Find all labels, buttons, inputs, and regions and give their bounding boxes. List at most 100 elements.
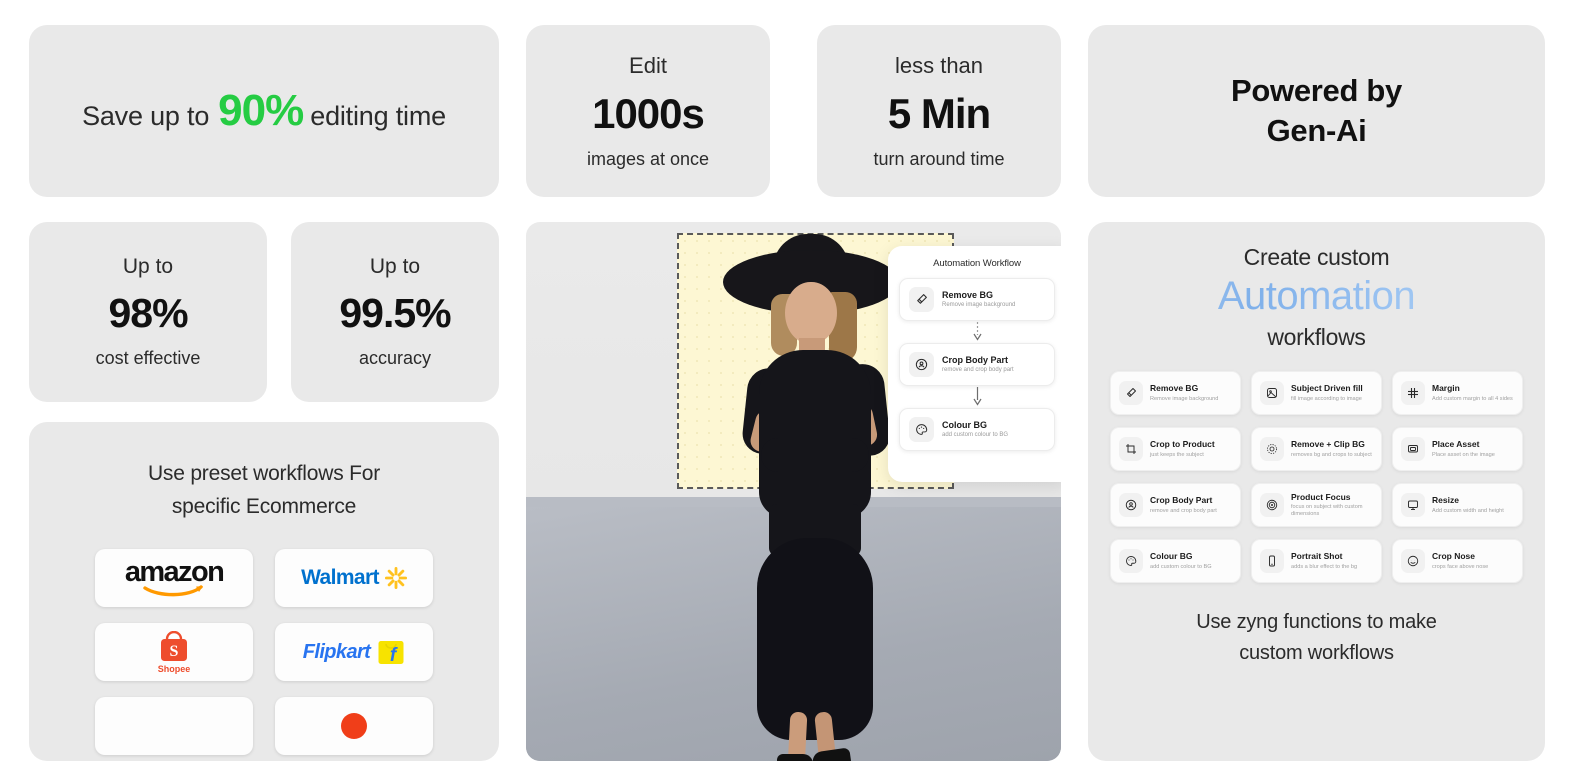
preset-title-line-2: specific Ecommerce bbox=[171, 494, 357, 518]
automation-footer-line-2: custom workflows bbox=[1239, 642, 1394, 665]
function-chip-desc: Place asset on the image bbox=[1432, 451, 1495, 458]
function-chip-desc: removes bg and crops to subject bbox=[1291, 451, 1372, 458]
stat-value: 98% bbox=[108, 290, 188, 336]
function-chip-name: Resize bbox=[1432, 494, 1459, 505]
amazon-smile-icon bbox=[143, 585, 203, 597]
function-chip-name: Remove + Clip BG bbox=[1291, 438, 1365, 449]
workflow-step-name: Remove BG bbox=[942, 289, 994, 300]
stat-top-label: Edit bbox=[629, 52, 667, 78]
workflow-step-desc: Remove image background bbox=[942, 302, 1016, 309]
workflow-step-desc: add custom colour to BG bbox=[942, 432, 1009, 439]
function-chip-name: Crop to Product bbox=[1150, 438, 1215, 449]
place-asset-icon bbox=[1401, 437, 1425, 462]
flipkart-wordmark: Flipkart bbox=[302, 640, 371, 663]
amazon-logo: amazon bbox=[124, 556, 225, 597]
function-chip-name: Remove BG bbox=[1150, 382, 1199, 393]
function-chip-desc: add custom colour to BG bbox=[1150, 563, 1212, 570]
stat-card-turnaround: less than 5 Min turn around time bbox=[817, 25, 1061, 197]
image-fill-icon bbox=[1260, 381, 1284, 406]
stat-top-label: less than bbox=[894, 52, 984, 78]
function-chip-crop-nose[interactable]: Crop Nose crops face above nose bbox=[1392, 539, 1523, 584]
function-chip-desc: Remove image background bbox=[1150, 395, 1219, 402]
function-chip-crop-body-part[interactable]: Crop Body Part remove and crop body part bbox=[1110, 483, 1241, 528]
face-icon bbox=[1401, 549, 1425, 574]
powered-line-2: Gen-Ai bbox=[1266, 113, 1367, 148]
stat-sub-label: cost effective bbox=[95, 348, 201, 368]
save-percent: 90% bbox=[218, 86, 304, 135]
workflow-step-name: Crop Body Part bbox=[942, 354, 1009, 365]
function-chip-product-focus[interactable]: Product Focus focus on subject with cust… bbox=[1251, 483, 1382, 528]
function-chip-remove-clip-bg[interactable]: Remove + Clip BG removes bg and crops to… bbox=[1251, 427, 1382, 472]
powered-by-gen-ai-card: Powered by Gen-Ai bbox=[1088, 25, 1545, 197]
margin-icon bbox=[1401, 381, 1425, 406]
function-chip-place-asset[interactable]: Place Asset Place asset on the image bbox=[1392, 427, 1523, 472]
workflow-arrow-1 bbox=[899, 321, 1055, 343]
workflow-step-crop-body-part[interactable]: Crop Body Part remove and crop body part bbox=[899, 343, 1055, 386]
walmart-logo: Walmart bbox=[301, 566, 407, 590]
stat-value: 99.5% bbox=[339, 290, 451, 336]
function-chip-name: Product Focus bbox=[1291, 491, 1351, 502]
person-crop-icon bbox=[909, 352, 934, 377]
phone-icon bbox=[1260, 549, 1284, 574]
automation-workflow-overlay: Automation Workflow Remove BG Remove ima… bbox=[888, 246, 1061, 482]
preset-title-line-1: Use preset workflows For bbox=[147, 462, 381, 485]
function-chip-name: Crop Body Part bbox=[1150, 494, 1213, 505]
preset-title: Use preset workflows For specific Ecomme… bbox=[51, 458, 477, 523]
preset-workflows-card: Use preset workflows For specific Ecomme… bbox=[29, 422, 499, 761]
function-chip-name: Crop Nose bbox=[1432, 550, 1475, 561]
function-chip-resize[interactable]: Resize Add custom width and height bbox=[1392, 483, 1523, 528]
automation-heading-1: Create custom bbox=[1243, 244, 1390, 270]
function-chip-margin[interactable]: Margin Add custom margin to all 4 sides bbox=[1392, 371, 1523, 416]
stat-value: 5 Min bbox=[887, 89, 991, 137]
palette-icon bbox=[909, 417, 934, 442]
feature-board: Save up to 90% editing time Edit 1000s i… bbox=[0, 0, 1574, 761]
powered-line-1: Powered by bbox=[1231, 73, 1402, 109]
powered-by-text: Powered by Gen-Ai bbox=[1231, 71, 1402, 150]
amazon-wordmark: amazon bbox=[124, 556, 225, 589]
stat-sub-label: turn around time bbox=[873, 148, 1005, 169]
walmart-spark-icon bbox=[384, 567, 407, 590]
brand-tile-5[interactable] bbox=[95, 697, 253, 756]
automation-footer-text: Use zyng functions to make custom workfl… bbox=[1110, 607, 1523, 669]
save-headline: Save up to 90% editing time bbox=[82, 86, 446, 136]
function-chip-desc: focus on subject with custom dimensions bbox=[1291, 504, 1363, 518]
function-chip-subject-driven-fill[interactable]: Subject Driven fill fill image according… bbox=[1251, 371, 1382, 416]
brand-tile-walmart[interactable]: Walmart bbox=[275, 549, 433, 608]
brand-tile-amazon[interactable]: amazon bbox=[95, 549, 253, 608]
photo-preview-panel[interactable]: Automation Workflow Remove BG Remove ima… bbox=[526, 222, 1061, 761]
eraser-icon bbox=[909, 287, 934, 312]
function-chip-colour-bg[interactable]: Colour BG add custom colour to BG bbox=[1110, 539, 1241, 584]
function-chip-name: Subject Driven fill bbox=[1291, 382, 1363, 393]
automation-footer-line-1: Use zyng functions to make bbox=[1196, 611, 1437, 634]
svg-text:S: S bbox=[170, 643, 179, 660]
palette-icon bbox=[1119, 549, 1143, 574]
function-chip-crop-to-product[interactable]: Crop to Product just keeps the subject bbox=[1110, 427, 1241, 472]
workflow-step-name: Colour BG bbox=[942, 419, 987, 430]
crop-product-icon bbox=[1119, 437, 1143, 462]
workflow-step-colour-bg[interactable]: Colour BG add custom colour to BG bbox=[899, 408, 1055, 451]
brand-tile-6[interactable] bbox=[275, 697, 433, 756]
stat-value: 1000s bbox=[592, 89, 705, 137]
stat-card-accuracy: Up to 99.5% accuracy bbox=[291, 222, 499, 402]
function-chip-desc: adds a blur effect to the bg bbox=[1291, 563, 1358, 570]
workflow-step-remove-bg[interactable]: Remove BG Remove image background bbox=[899, 278, 1055, 321]
save-suffix: editing time bbox=[310, 101, 446, 131]
brand-tile-shopee[interactable]: S Shopee bbox=[95, 623, 253, 682]
function-chip-desc: fill image according to image bbox=[1291, 395, 1362, 402]
function-chip-portrait-shot[interactable]: Portrait Shot adds a blur effect to the … bbox=[1251, 539, 1382, 584]
function-chip-desc: Add custom width and height bbox=[1432, 507, 1504, 514]
automation-heading-2: Automation bbox=[1110, 273, 1523, 320]
workflow-step-desc: remove and crop body part bbox=[942, 367, 1014, 374]
function-chip-remove-bg[interactable]: Remove BG Remove image background bbox=[1110, 371, 1241, 416]
stat-top-label: Up to bbox=[369, 255, 421, 278]
eraser-icon bbox=[1119, 381, 1143, 406]
create-custom-automation-card: Create custom Automation workflows Remov… bbox=[1088, 222, 1545, 761]
shopee-logo: S Shopee bbox=[157, 630, 191, 674]
target-icon bbox=[1260, 493, 1284, 518]
brand-tile-flipkart[interactable]: Flipkart f bbox=[275, 623, 433, 682]
function-chip-name: Place Asset bbox=[1432, 438, 1480, 449]
function-chip-desc: remove and crop body part bbox=[1150, 507, 1217, 514]
stat-card-edit-volume: Edit 1000s images at once bbox=[526, 25, 770, 197]
red-circle-brand-icon bbox=[341, 713, 367, 740]
clip-bg-icon bbox=[1260, 437, 1284, 462]
